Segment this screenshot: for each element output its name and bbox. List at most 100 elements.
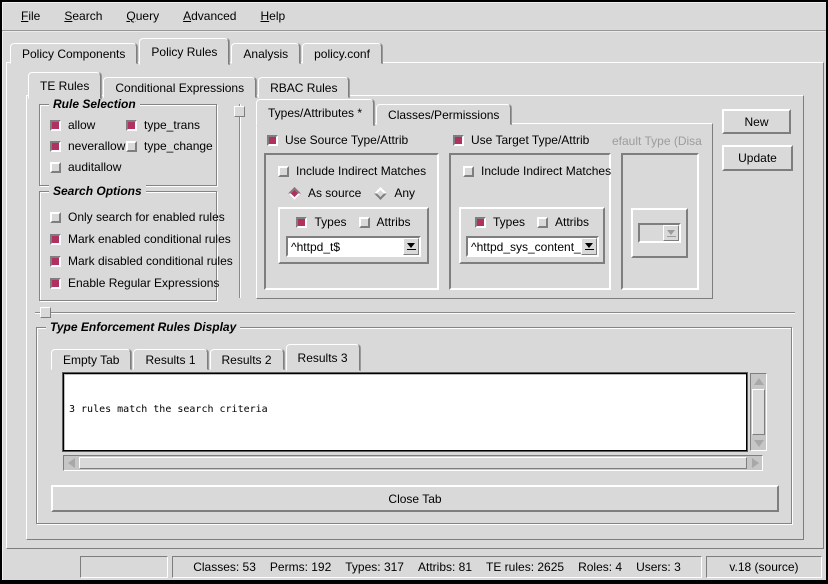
checkbox-indicator bbox=[50, 141, 61, 152]
checkbox-use-target[interactable]: Use Target Type/Attrib bbox=[453, 133, 589, 147]
update-button[interactable]: Update bbox=[722, 145, 793, 171]
scroll-down-button[interactable] bbox=[751, 436, 766, 450]
menu-help[interactable]: Help bbox=[251, 6, 294, 26]
te-rules-content: Rule Selection allow type_trans neverall… bbox=[26, 95, 804, 540]
vertical-sash[interactable] bbox=[239, 104, 241, 298]
scroll-up-button[interactable] bbox=[751, 374, 766, 388]
status-spacer bbox=[6, 556, 76, 578]
menu-label: H bbox=[260, 9, 269, 23]
tab-analysis[interactable]: Analysis bbox=[231, 43, 300, 64]
source-type-value[interactable]: ^httpd_t$ bbox=[288, 238, 403, 255]
status-bar: Classes: 53 Perms: 192 Types: 317 Attrib… bbox=[6, 556, 822, 578]
target-frame: Include Indirect Matches Types Attribs ^… bbox=[449, 153, 611, 290]
checkbox-label: Mark enabled conditional rules bbox=[68, 232, 231, 246]
scroll-left-button[interactable] bbox=[64, 456, 78, 470]
default-type-inner-frame bbox=[631, 208, 688, 258]
checkbox-source-indirect[interactable]: Include Indirect Matches bbox=[278, 164, 426, 178]
vertical-scroll-thumb[interactable] bbox=[752, 389, 765, 435]
horizontal-sash-handle[interactable] bbox=[40, 307, 51, 318]
horizontal-scroll-thumb[interactable] bbox=[79, 457, 747, 469]
checkbox-source-types[interactable]: Types bbox=[296, 215, 346, 229]
checkbox-label: Enable Regular Expressions bbox=[68, 276, 219, 290]
checkbox-source-attribs[interactable]: Attribs bbox=[359, 215, 411, 229]
checkbox-indicator bbox=[453, 135, 464, 146]
radio-label: As source bbox=[308, 186, 361, 200]
menu-query[interactable]: Query bbox=[117, 6, 168, 26]
radio-as-source[interactable]: As source bbox=[288, 186, 361, 200]
checkbox-enable-regex[interactable]: Enable Regular Expressions bbox=[50, 276, 216, 290]
checkbox-label: Attribs bbox=[555, 215, 589, 229]
checkbox-label: Include Indirect Matches bbox=[481, 164, 611, 178]
new-button[interactable]: New bbox=[722, 109, 791, 134]
arrow-right-icon bbox=[752, 458, 759, 468]
tab-policy-components[interactable]: Policy Components bbox=[10, 43, 137, 64]
tab-conditional-expressions[interactable]: Conditional Expressions bbox=[103, 77, 256, 98]
results-vertical-scrollbar[interactable] bbox=[750, 373, 767, 451]
tab-policy-conf[interactable]: policy.conf bbox=[302, 43, 382, 64]
checkbox-label: Types bbox=[314, 215, 346, 229]
checkbox-neverallow[interactable]: neverallow bbox=[50, 139, 126, 153]
checkbox-label: auditallow bbox=[68, 160, 121, 174]
menu-file[interactable]: File bbox=[12, 6, 49, 26]
app-window: File Search Query Advanced Help Policy C… bbox=[0, 0, 828, 584]
checkbox-indicator bbox=[50, 234, 61, 245]
checkbox-type-change[interactable]: type_change bbox=[126, 139, 216, 153]
checkbox-only-enabled[interactable]: Only search for enabled rules bbox=[50, 210, 216, 224]
tab-results-2[interactable]: Results 2 bbox=[210, 349, 284, 370]
target-type-value[interactable]: ^httpd_sys_content_t$ bbox=[468, 238, 581, 255]
rule-selection-title: Rule Selection bbox=[49, 97, 140, 111]
scroll-right-button[interactable] bbox=[748, 456, 762, 470]
vertical-sash-handle[interactable] bbox=[234, 106, 245, 117]
checkbox-target-attribs[interactable]: Attribs bbox=[537, 215, 589, 229]
results-horizontal-scrollbar[interactable] bbox=[63, 455, 763, 471]
checkbox-label: Attribs bbox=[377, 215, 411, 229]
checkbox-indicator bbox=[50, 212, 61, 223]
chevron-down-icon bbox=[407, 243, 415, 248]
chevron-down-icon bbox=[585, 243, 593, 248]
source-combo-arrow-button[interactable] bbox=[403, 238, 419, 255]
tab-results-3[interactable]: Results 3 bbox=[286, 344, 360, 371]
checkbox-target-types[interactable]: Types bbox=[475, 215, 525, 229]
status-version-section: v.18 (source) bbox=[706, 556, 822, 578]
arrow-up-icon bbox=[754, 378, 764, 385]
tab-results-1[interactable]: Results 1 bbox=[133, 349, 207, 370]
close-tab-button[interactable]: Close Tab bbox=[51, 485, 779, 512]
default-type-label: efault Type (Disa bbox=[612, 134, 712, 148]
horizontal-sash[interactable] bbox=[35, 312, 795, 314]
checkbox-allow[interactable]: allow bbox=[50, 118, 126, 132]
arrow-down-icon bbox=[754, 440, 764, 447]
checkbox-indicator bbox=[475, 217, 486, 228]
menu-label: dvanced bbox=[191, 9, 236, 23]
checkbox-label: allow bbox=[68, 118, 95, 132]
checkbox-use-source[interactable]: Use Source Type/Attrib bbox=[267, 133, 408, 147]
checkbox-type-trans[interactable]: type_trans bbox=[126, 118, 216, 132]
menu-label: A bbox=[183, 9, 191, 23]
tab-empty-tab[interactable]: Empty Tab bbox=[51, 349, 131, 370]
source-frame: Include Indirect Matches As source Any T… bbox=[264, 153, 439, 290]
target-type-combobox[interactable]: ^httpd_sys_content_t$ bbox=[466, 236, 599, 257]
checkbox-indicator bbox=[50, 278, 61, 289]
tab-te-rules[interactable]: TE Rules bbox=[28, 72, 101, 99]
types-attributes-tabs: Types/Attributes * Classes/Permissions bbox=[256, 99, 513, 125]
tab-rbac-rules[interactable]: RBAC Rules bbox=[258, 77, 349, 98]
radio-any[interactable]: Any bbox=[374, 186, 415, 200]
checkbox-indicator bbox=[126, 120, 137, 131]
source-type-combobox[interactable]: ^httpd_t$ bbox=[286, 236, 421, 257]
tab-classes-permissions[interactable]: Classes/Permissions bbox=[376, 104, 511, 125]
checkbox-indicator bbox=[278, 166, 289, 177]
tab-types-attributes[interactable]: Types/Attributes * bbox=[256, 99, 374, 126]
checkbox-auditallow[interactable]: auditallow bbox=[50, 160, 126, 174]
menu-advanced[interactable]: Advanced bbox=[174, 6, 245, 26]
target-types-frame: Types Attribs ^httpd_sys_content_t$ bbox=[459, 207, 605, 264]
checkbox-target-indirect[interactable]: Include Indirect Matches bbox=[463, 164, 611, 178]
target-combo-arrow-button[interactable] bbox=[581, 238, 597, 255]
tab-policy-rules[interactable]: Policy Rules bbox=[139, 38, 229, 65]
checkbox-mark-enabled[interactable]: Mark enabled conditional rules bbox=[50, 232, 216, 246]
menu-search[interactable]: Search bbox=[55, 6, 111, 26]
checkbox-indicator bbox=[50, 120, 61, 131]
checkbox-indicator bbox=[267, 135, 278, 146]
checkbox-label: Include Indirect Matches bbox=[296, 164, 426, 178]
checkbox-indicator bbox=[50, 256, 61, 267]
checkbox-mark-disabled[interactable]: Mark disabled conditional rules bbox=[50, 254, 216, 268]
main-tabs: Policy Components Policy Rules Analysis … bbox=[10, 38, 384, 64]
